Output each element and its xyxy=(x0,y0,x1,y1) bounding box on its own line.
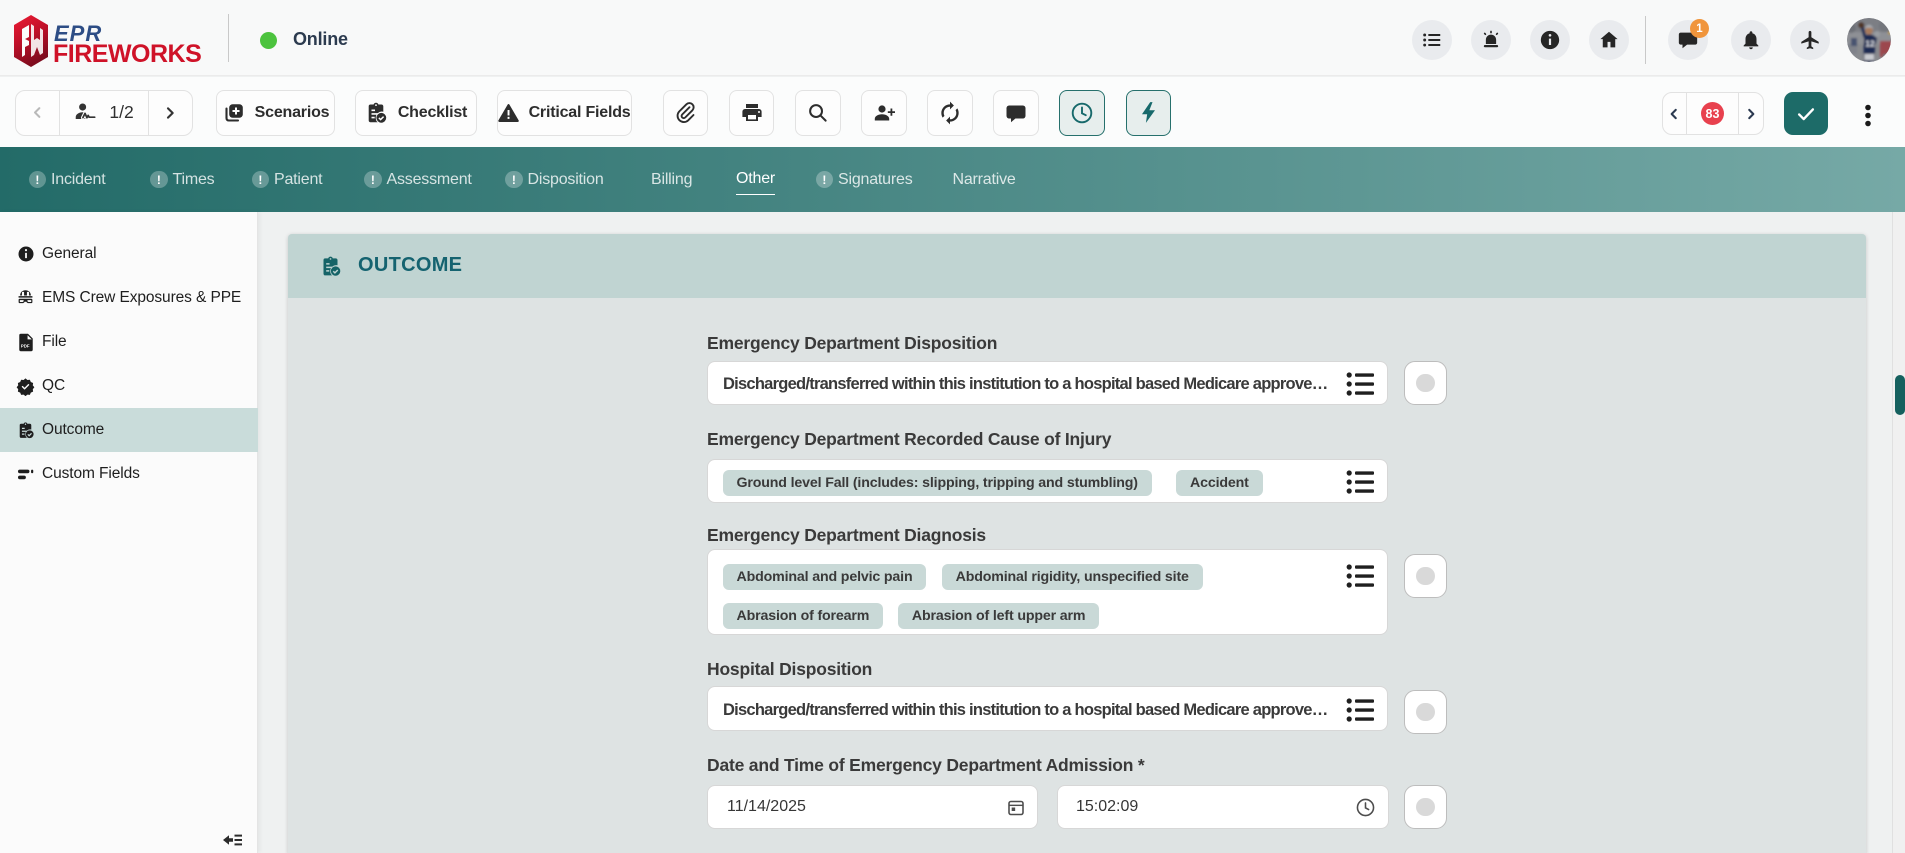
svg-text:PDF: PDF xyxy=(20,343,29,348)
svg-text:12: 12 xyxy=(1865,39,1875,49)
